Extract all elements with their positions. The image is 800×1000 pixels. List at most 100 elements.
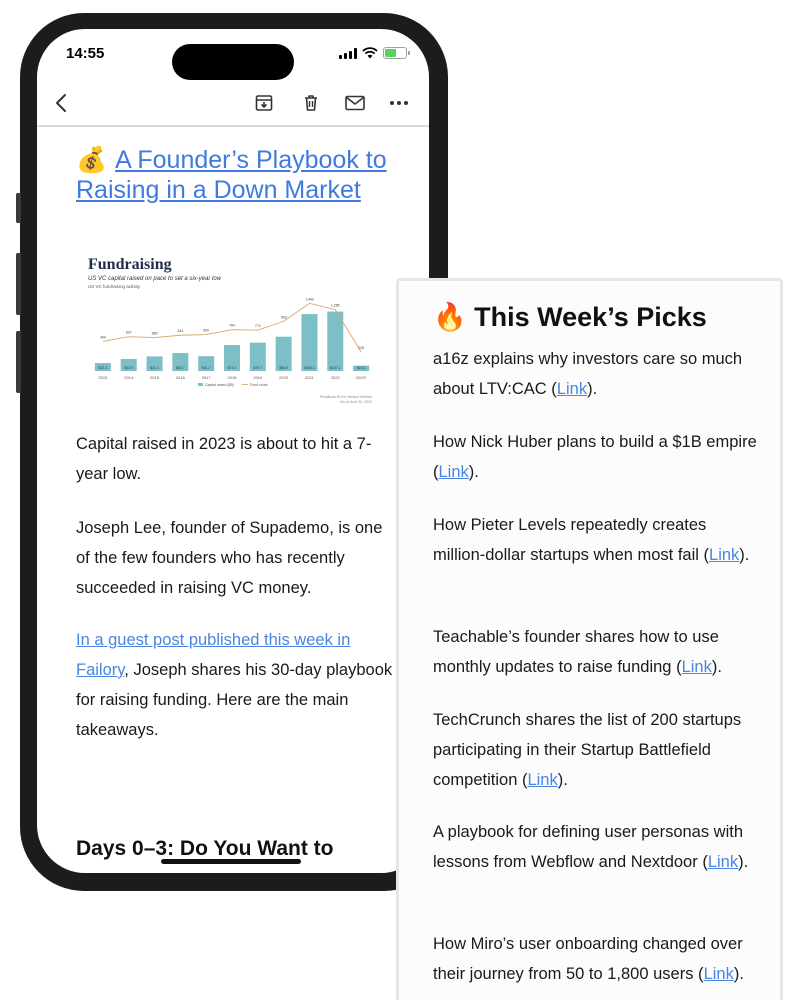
para-guest-post: In a guest post published this week in F…: [76, 625, 396, 745]
more-icon[interactable]: [387, 91, 411, 115]
picks-title: 🔥 This Week’s Picks: [433, 301, 707, 333]
chart-line-label: 1,285: [331, 304, 340, 308]
pick-text: Teachable’s founder shares how to use mo…: [433, 628, 719, 676]
chart-x-tick: 2015: [150, 375, 160, 380]
trash-icon[interactable]: [299, 91, 323, 115]
legend-bar-label: Capital raised ($B): [205, 383, 234, 387]
picks-card: 🔥 This Week’s Picks a16z explains why in…: [396, 278, 783, 1000]
chart-line-label: 784: [229, 324, 235, 328]
chart-bar-label: $167.1: [330, 366, 341, 370]
email-toolbar: [37, 81, 429, 127]
archive-icon[interactable]: [252, 91, 276, 115]
chart-line-label: 228: [358, 346, 364, 350]
pick-text: TechCrunch shares the list of 200 startu…: [433, 711, 742, 789]
pick-item: How Nick Huber plans to build a $1B empi…: [433, 427, 763, 487]
phone-screen: 14:55 💰 A Founder’s Playbook to Raising …: [37, 29, 429, 873]
mute-switch: [16, 193, 21, 223]
chart-source: PitchBook-NVCA Venture Monitor: [320, 395, 373, 399]
chart-line-label: 993: [281, 315, 287, 319]
clock: 14:55: [66, 45, 105, 62]
pick-text-end: ).: [557, 771, 568, 789]
pick-text-end: ).: [711, 658, 722, 676]
pick-text: How Miro’s user onboarding changed over …: [433, 935, 743, 983]
pick-text-end: ).: [738, 853, 749, 871]
chart-x-tick: 2019: [253, 375, 263, 380]
chart-line-label: 660: [203, 329, 209, 333]
pick-link[interactable]: Link: [439, 463, 469, 481]
battery-icon: [383, 47, 410, 59]
chart-line-label: 772: [255, 324, 261, 328]
chart-bar-label: $41.7: [202, 366, 211, 370]
mail-icon[interactable]: [343, 91, 367, 115]
chart-x-tick: 2018: [228, 375, 238, 380]
pick-text-end: ).: [468, 463, 479, 481]
signal-icon: [339, 47, 357, 59]
pick-link[interactable]: Link: [557, 380, 587, 398]
chart-caption: US VC fundraising activity: [88, 284, 141, 289]
legend-bar-swatch: [198, 383, 203, 386]
chart-svg: Fundraising US VC capital raised on pace…: [88, 256, 373, 404]
dynamic-island: [172, 44, 294, 80]
pick-text-end: ).: [587, 380, 598, 398]
volume-up-button: [16, 253, 21, 315]
chart-bar: [327, 311, 344, 371]
para-guest-post-rest: , Joseph shares his 30-day playbook for …: [76, 661, 393, 739]
pick-text: How Nick Huber plans to build a $1B empi…: [433, 433, 757, 481]
pick-item: How Pieter Levels repeatedly creates mil…: [433, 510, 763, 570]
chart-x-tick: 2021: [305, 375, 315, 380]
pick-link[interactable]: Link: [704, 965, 734, 983]
chart-x-tick: 2014: [124, 375, 134, 380]
pick-link[interactable]: Link: [708, 853, 738, 871]
pick-link[interactable]: Link: [709, 546, 739, 564]
chart-x-tick: 2020: [279, 375, 289, 380]
pick-item: TechCrunch shares the list of 200 startu…: [433, 705, 763, 795]
pick-text-end: ).: [739, 546, 750, 564]
chart-line-label: 607: [126, 331, 132, 335]
money-bag-icon: 💰: [76, 146, 108, 174]
pick-item: A playbook for defining user personas wi…: [433, 817, 763, 877]
article-title-link[interactable]: 💰 A Founder’s Playbook to Raising in a Do…: [76, 145, 396, 205]
chart-bar-label: $41.1: [150, 366, 159, 370]
chart-x-tick: 2017: [202, 375, 212, 380]
back-arrow-icon[interactable]: [49, 91, 73, 115]
chart-bar-label: $15.1: [357, 366, 366, 370]
pick-item: Teachable’s founder shares how to use mo…: [433, 622, 763, 682]
chart-line-label: 1,442: [305, 297, 314, 301]
chart-line-label: 644: [177, 329, 183, 333]
chart-title: Fundraising: [88, 256, 172, 273]
chart-bar: [301, 314, 318, 371]
para-capital: Capital raised in 2023 is about to hit a…: [76, 435, 372, 483]
chart-bar-label: $33.9: [124, 366, 133, 370]
pick-item: a16z explains why investors care so much…: [433, 344, 763, 404]
status-bar: 14:55: [37, 29, 429, 80]
home-indicator[interactable]: [161, 859, 301, 864]
chart-asof: *As of June 30, 2023: [340, 400, 373, 404]
para-joseph: Joseph Lee, founder of Supademo, is one …: [76, 519, 383, 597]
article-title-text[interactable]: A Founder’s Playbook to Raising in a Dow…: [76, 146, 387, 204]
chart-bar-label: $160.1: [304, 366, 315, 370]
pick-text: A playbook for defining user personas wi…: [433, 823, 744, 871]
chart-x-tick: 2016: [176, 375, 186, 380]
fundraising-chart: Fundraising US VC capital raised on pace…: [82, 249, 378, 409]
pick-link[interactable]: Link: [527, 771, 557, 789]
wifi-icon: [362, 47, 378, 59]
pick-item: How Miro’s user onboarding changed over …: [433, 929, 763, 989]
chart-subtitle: US VC capital raised on pace to set a si…: [88, 276, 222, 282]
picks-title-text: This Week’s Picks: [474, 302, 707, 332]
chart-bar-label: $73.1: [228, 366, 237, 370]
chart-line-label: 490: [100, 335, 106, 339]
phone-frame: 14:55 💰 A Founder’s Playbook to Raising …: [16, 13, 448, 891]
volume-down-button: [16, 331, 21, 393]
status-icons: [339, 47, 410, 59]
legend-line-label: Fund count: [250, 383, 268, 387]
pick-text: How Pieter Levels repeatedly creates mil…: [433, 516, 710, 564]
chart-x-tick: 2013: [98, 375, 108, 380]
chart-bar-label: $50.7: [176, 366, 185, 370]
pick-link[interactable]: Link: [682, 658, 712, 676]
fire-icon: 🔥: [433, 302, 467, 332]
section-heading: Days 0–3: Do You Want to: [76, 837, 334, 860]
chart-bar-label: $22.3: [99, 366, 108, 370]
chart-x-tick: 2023*: [356, 375, 367, 380]
chart-line-label: 586: [152, 332, 158, 336]
chart-x-tick: 2022: [331, 375, 341, 380]
